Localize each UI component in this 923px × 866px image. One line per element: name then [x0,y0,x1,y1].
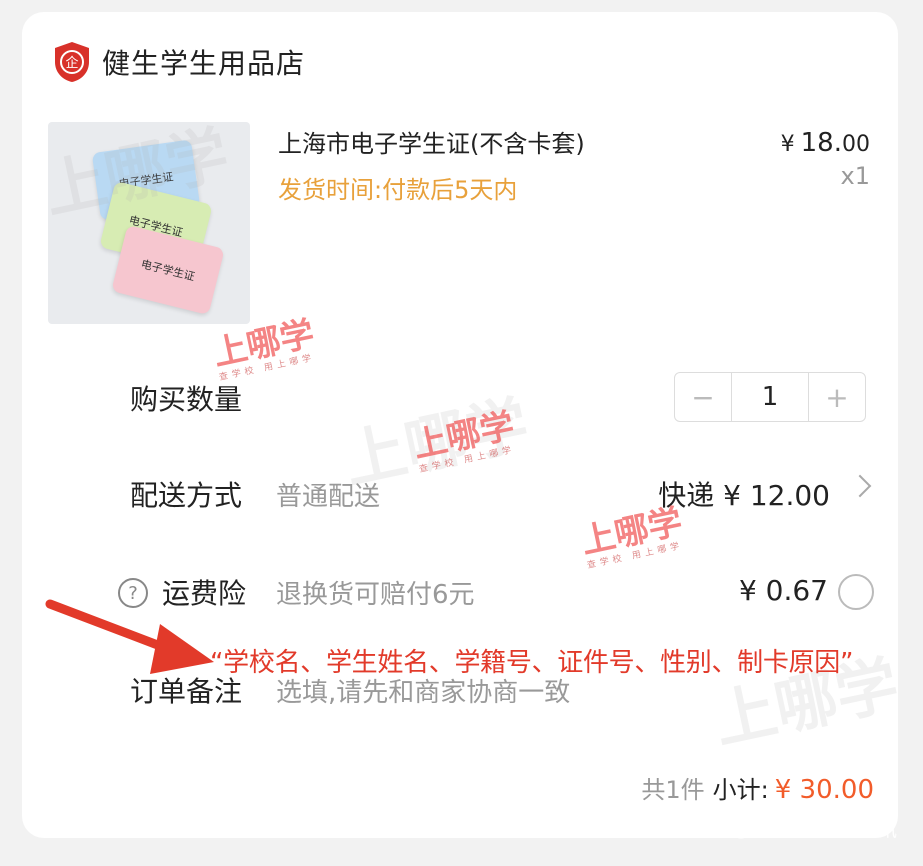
quantity-stepper: − 1 + [674,372,866,422]
ship-time: 发货时间:付款后5天内 [278,176,518,204]
delivery-label: 配送方式 [130,479,243,512]
quantity-multiplier: x1 [840,162,870,190]
quantity-value[interactable]: 1 [731,373,809,421]
question-circle-icon[interactable]: ? [118,578,148,608]
chevron-right-icon[interactable] [848,474,872,498]
product-price: ¥18.00 [780,128,870,158]
svg-text:企: 企 [65,55,78,71]
product-title[interactable]: 上海市电子学生证(不含卡套) [278,124,585,159]
shop-logo-icon: 企 [55,42,89,82]
student-card-pink: 电子学生证 [111,224,225,316]
delivery-price[interactable]: 快递 ¥ 12.00 [658,474,830,514]
quantity-label: 购买数量 [130,383,243,416]
insurance-price: ¥ 0.67 [738,574,828,607]
insurance-label: 运费险 [162,577,247,610]
shop-name[interactable]: 健生学生用品店 [102,42,305,82]
subtotal-amount: ¥ 30.00 [774,775,874,805]
insurance-desc: 退换货可赔付6元 [276,580,475,610]
wechat-icon [721,816,750,838]
item-count: 共1件 [641,776,705,804]
remark-annotation: “学校名、学生姓名、学籍号、证件号、性别、制卡原因” [210,648,854,678]
footer-account: 上海幼升小资讯 [721,813,897,842]
order-card: 企 健生学生用品店 电子学生证 电子学生证 电子学生证 上海市电子学生证(不含卡… [22,12,898,838]
insurance-radio[interactable] [838,574,874,610]
subtotal-label: 小计: [712,776,769,804]
order-subtotal: 共1件 小计: ¥ 30.00 [641,770,874,805]
increment-button[interactable]: + [809,373,865,421]
decrement-button[interactable]: − [675,373,731,421]
